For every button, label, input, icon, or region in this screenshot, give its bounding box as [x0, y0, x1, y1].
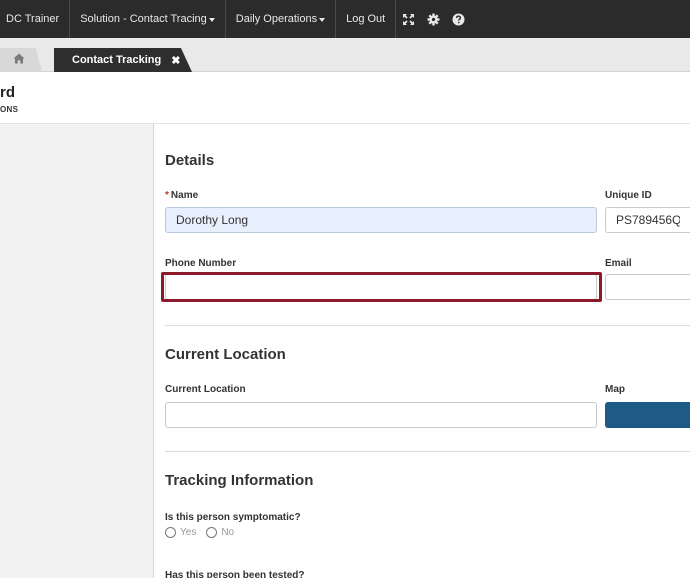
tab-home[interactable]: [0, 48, 42, 72]
menu-item-label: Daily Operations: [235, 13, 318, 25]
top-navigation-bar: DC Trainer Solution - Contact Tracing Da…: [0, 0, 690, 38]
home-icon: [13, 51, 25, 69]
phone-number-input[interactable]: [165, 274, 597, 300]
menu-item-label: Solution - Contact Tracing: [80, 13, 207, 25]
symptomatic-question-label: Is this person symptomatic?: [165, 512, 301, 523]
name-input[interactable]: [165, 207, 597, 233]
menu-item-solution-contact-tracing[interactable]: Solution - Contact Tracing: [70, 0, 226, 38]
page-title: rd: [0, 84, 15, 101]
unique-id-label: Unique ID: [605, 190, 652, 201]
name-label: * Name: [165, 190, 198, 201]
current-location-section-title: Current Location: [165, 346, 286, 363]
current-location-input[interactable]: [165, 402, 597, 428]
symptomatic-no-label: No: [221, 527, 235, 538]
tab-bar: Contact Tracking ✖: [0, 38, 690, 72]
help-icon[interactable]: [452, 13, 465, 26]
section-divider: [165, 325, 690, 326]
symptomatic-yes-label: Yes: [180, 527, 197, 538]
email-label: Email: [605, 258, 632, 269]
chevron-down-icon: [319, 17, 326, 22]
form-panel: Details *Name Unique ID Phone Number Ema…: [155, 124, 690, 578]
email-input[interactable]: [605, 274, 690, 300]
map-button[interactable]: [605, 402, 690, 428]
page-header: rd ONS: [0, 72, 690, 124]
symptomatic-no-radio[interactable]: [206, 527, 218, 538]
required-marker: *: [165, 190, 169, 201]
toolbar-icons: [396, 13, 465, 26]
page-subtitle: ONS: [0, 105, 19, 114]
menu-item-label: Log Out: [346, 13, 386, 25]
tab-label: Contact Tracking: [72, 54, 162, 66]
symptomatic-yes-radio[interactable]: [165, 527, 176, 538]
chevron-down-icon: [208, 17, 215, 22]
close-icon[interactable]: ✖: [171, 54, 180, 67]
details-section-title: Details: [165, 152, 215, 169]
tested-question-label: Has this person been tested?: [165, 570, 305, 578]
menu-item-daily-operations[interactable]: Daily Operations: [226, 0, 337, 38]
menu-item-log-out[interactable]: Log Out: [336, 0, 397, 38]
menu-item-label: DC Trainer: [6, 13, 60, 25]
fullscreen-icon[interactable]: [402, 13, 415, 26]
phone-number-label: Phone Number: [165, 258, 237, 269]
left-panel: [0, 124, 154, 578]
section-divider: [165, 451, 690, 452]
unique-id-input[interactable]: [605, 207, 690, 233]
tracking-information-section-title: Tracking Information: [165, 472, 314, 489]
map-label: Map: [605, 384, 625, 395]
menu-item-dc-trainer[interactable]: DC Trainer: [0, 0, 71, 38]
current-location-label: Current Location: [165, 384, 246, 395]
symptomatic-radio-group: Yes No: [165, 527, 240, 538]
tab-contact-tracking[interactable]: Contact Tracking ✖: [54, 48, 192, 72]
name-label-text: Name: [170, 190, 199, 201]
gear-icon[interactable]: [427, 13, 440, 26]
